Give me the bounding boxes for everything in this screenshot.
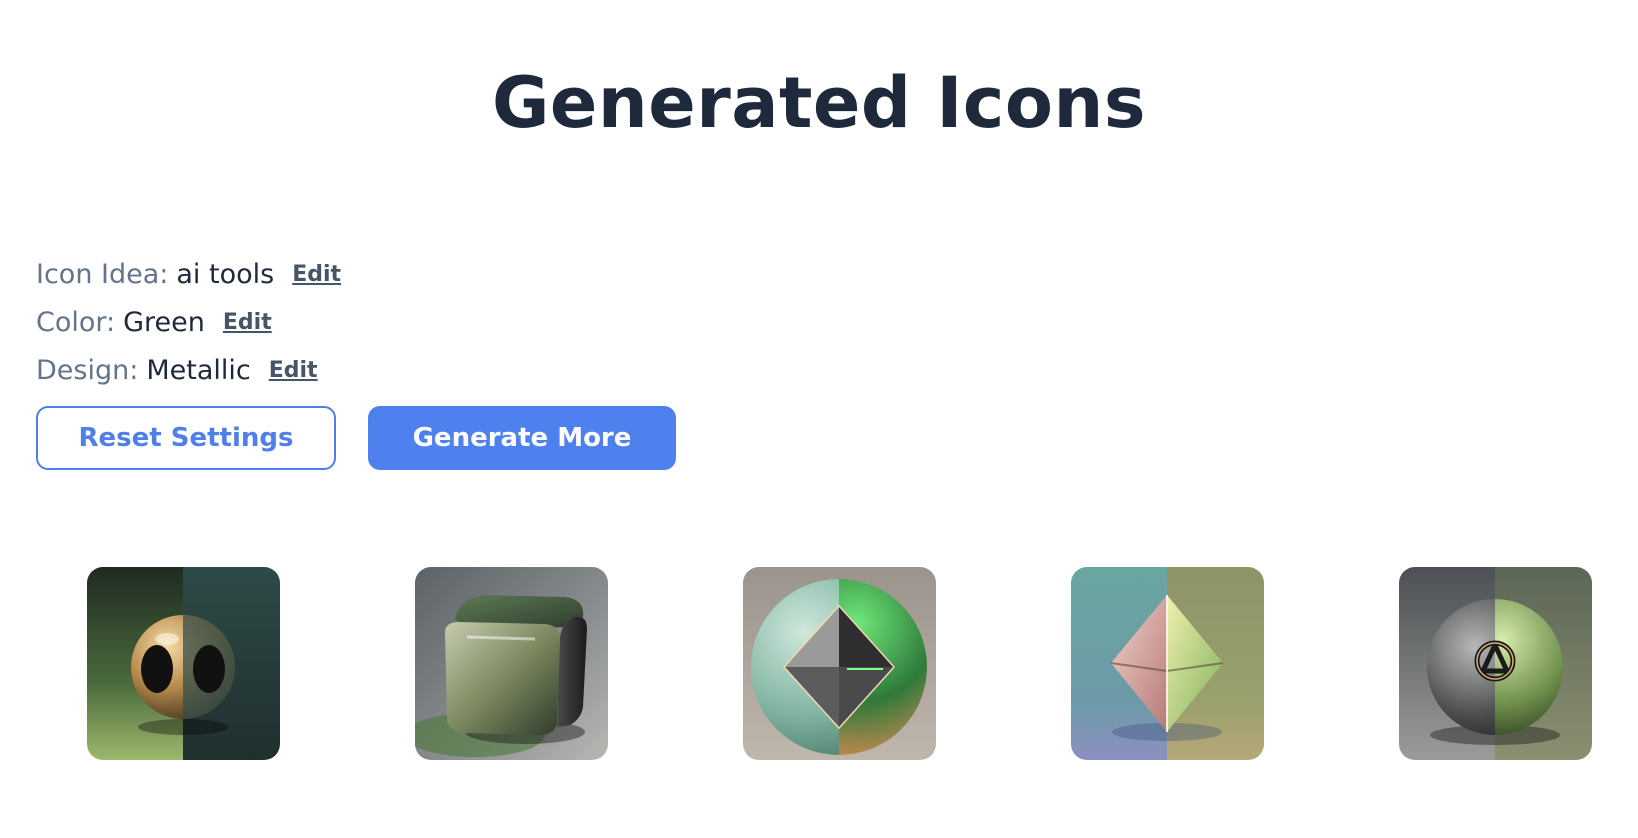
metallic-emblem-ball-icon[interactable] bbox=[1399, 567, 1592, 760]
setting-label: Color: bbox=[36, 306, 116, 338]
setting-value: Green bbox=[123, 306, 205, 338]
setting-design: Design: Metallic Edit bbox=[36, 346, 341, 394]
setting-value: ai tools bbox=[176, 258, 275, 290]
edit-design-link[interactable]: Edit bbox=[269, 358, 318, 383]
setting-color: Color: Green Edit bbox=[36, 298, 341, 346]
page: Generated Icons Icon Idea: ai tools Edit… bbox=[0, 0, 1638, 838]
metallic-orb-icon[interactable] bbox=[87, 567, 280, 760]
edit-color-link[interactable]: Edit bbox=[223, 310, 272, 335]
reset-settings-button[interactable]: Reset Settings bbox=[36, 406, 336, 470]
action-buttons: Reset Settings Generate More bbox=[36, 406, 676, 470]
setting-label: Design: bbox=[36, 354, 139, 386]
generated-icons-grid bbox=[87, 567, 1592, 760]
metallic-octahedron-icon[interactable] bbox=[1071, 567, 1264, 760]
metallic-sphere-diamond-icon[interactable] bbox=[743, 567, 936, 760]
setting-icon-idea: Icon Idea: ai tools Edit bbox=[36, 250, 341, 298]
settings-summary: Icon Idea: ai tools Edit Color: Green Ed… bbox=[36, 250, 341, 394]
setting-value: Metallic bbox=[146, 354, 251, 386]
setting-label: Icon Idea: bbox=[36, 258, 169, 290]
generate-more-button[interactable]: Generate More bbox=[368, 406, 676, 470]
edit-icon-idea-link[interactable]: Edit bbox=[292, 262, 341, 287]
page-title: Generated Icons bbox=[491, 62, 1147, 144]
metallic-cube-icon[interactable] bbox=[415, 567, 608, 760]
